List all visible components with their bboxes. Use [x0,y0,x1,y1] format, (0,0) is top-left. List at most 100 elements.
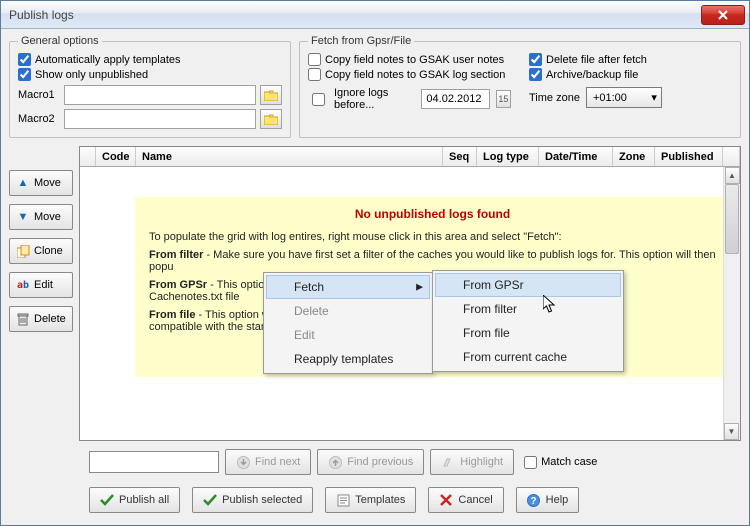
scroll-up-button[interactable]: ▲ [725,167,740,184]
auto-apply-label: Automatically apply templates [35,54,181,66]
col-logtype[interactable]: Log type [477,147,539,166]
arrow-up-circle-icon [328,455,342,469]
context-menu[interactable]: Fetch ▶ Delete Edit Reapply templates Fr… [263,272,433,374]
copy-log-section-label: Copy field notes to GSAK log section [325,69,505,81]
chevron-right-icon: ▶ [416,282,423,293]
fetch-legend: Fetch from Gpsr/File [308,35,414,47]
content-area: General options Automatically apply temp… [1,29,749,525]
macro2-browse-button[interactable] [260,109,282,129]
sub-from-gpsr[interactable]: From GPSr [435,273,621,297]
search-bar: Find next Find previous Highlight Match … [9,445,741,477]
col-code[interactable]: Code [96,147,136,166]
scroll-track[interactable] [724,184,740,423]
copy-icon [16,244,30,258]
arrow-up-icon: ▲ [16,176,30,190]
templates-button[interactable]: Templates [325,487,416,513]
col-datetime[interactable]: Date/Time [539,147,613,166]
macro2-label: Macro2 [18,113,60,125]
find-prev-button[interactable]: Find previous [317,449,424,475]
log-grid[interactable]: Code Name Seq Log type Date/Time Zone Pu… [79,146,741,441]
folder-icon [264,114,278,125]
copy-user-notes-checkbox[interactable] [308,53,321,66]
mid-row: ▲ Move ▼ Move Clone ab Edit [9,146,741,441]
svg-text:?: ? [531,496,537,507]
move-up-button[interactable]: ▲ Move [9,170,73,196]
search-input[interactable] [89,451,219,473]
cancel-icon [439,493,453,507]
clone-button[interactable]: Clone [9,238,73,264]
edit-button[interactable]: ab Edit [9,272,73,298]
sub-from-filter[interactable]: From filter [435,297,621,321]
sub-from-file[interactable]: From file [435,321,621,345]
archive-checkbox[interactable] [529,68,542,81]
col-published[interactable]: Published [655,147,723,166]
highlight-button[interactable]: Highlight [430,449,514,475]
col-zone[interactable]: Zone [613,147,655,166]
sub-from-current[interactable]: From current cache [435,345,621,369]
macro1-input[interactable] [64,85,256,105]
find-next-button[interactable]: Find next [225,449,311,475]
vertical-scrollbar[interactable]: ▲ ▼ [723,167,740,440]
help-button[interactable]: ? Help [516,487,580,513]
check-icon [203,493,217,507]
ignore-date-input[interactable]: 04.02.2012 [421,89,489,109]
highlight-icon [441,455,455,469]
publish-logs-window: Publish logs General options Automatical… [0,0,750,526]
edit-label: Edit [34,279,53,291]
col-name[interactable]: Name [136,147,443,166]
templates-icon [336,493,350,507]
chevron-down-icon: ▾ [651,91,657,104]
ctx-delete[interactable]: Delete [266,299,430,323]
check-icon [100,493,114,507]
grid-body[interactable]: No unpublished logs found To populate th… [80,167,740,440]
titlebar: Publish logs [1,1,749,29]
auto-apply-checkbox[interactable] [18,53,31,66]
help-icon: ? [527,493,541,507]
empty-notice: No unpublished logs found To populate th… [135,197,730,377]
move-down-button[interactable]: ▼ Move [9,204,73,230]
ctx-reapply[interactable]: Reapply templates [266,347,430,371]
options-row: General options Automatically apply temp… [9,35,741,138]
publish-all-button[interactable]: Publish all [89,487,180,513]
macro1-browse-button[interactable] [260,85,282,105]
timezone-label: Time zone [529,92,580,104]
footer-buttons: Publish all Publish selected Templates C… [9,481,741,517]
move-down-label: Move [34,211,61,223]
ignore-before-checkbox[interactable] [312,93,325,106]
scroll-thumb[interactable] [725,184,739,254]
side-buttons: ▲ Move ▼ Move Clone ab Edit [9,146,73,441]
grid-header: Code Name Seq Log type Date/Time Zone Pu… [80,147,740,167]
timezone-select[interactable]: +01:00 ▾ [586,87,662,108]
edit-icon: ab [16,278,30,292]
col-seq[interactable]: Seq [443,147,477,166]
cancel-button[interactable]: Cancel [428,487,503,513]
copy-user-notes-label: Copy field notes to GSAK user notes [325,54,504,66]
delete-button[interactable]: Delete [9,306,73,332]
close-button[interactable] [701,5,745,25]
close-icon [718,10,728,20]
macro1-label: Macro1 [18,89,60,101]
ctx-edit[interactable]: Edit [266,323,430,347]
general-legend: General options [18,35,102,47]
macro2-input[interactable] [64,109,256,129]
fetch-options-group: Fetch from Gpsr/File Copy field notes to… [299,35,741,138]
notice-intro: To populate the grid with log entires, r… [149,231,716,243]
fetch-submenu[interactable]: From GPSr From filter From file From cur… [432,270,624,372]
notice-title: No unpublished logs found [149,207,716,221]
scroll-down-button[interactable]: ▼ [724,423,739,440]
general-options-group: General options Automatically apply temp… [9,35,291,138]
delete-label: Delete [34,313,66,325]
archive-label: Archive/backup file [546,69,638,81]
match-case-checkbox[interactable] [524,456,537,469]
match-case-label: Match case [541,456,597,468]
publish-selected-button[interactable]: Publish selected [192,487,313,513]
arrow-down-circle-icon [236,455,250,469]
trash-icon [16,312,30,326]
delete-after-checkbox[interactable] [529,53,542,66]
delete-after-label: Delete file after fetch [546,54,647,66]
calendar-icon: 15 [498,94,508,104]
show-unpublished-checkbox[interactable] [18,68,31,81]
ctx-fetch[interactable]: Fetch ▶ [266,275,430,299]
calendar-button[interactable]: 15 [496,90,511,108]
copy-log-section-checkbox[interactable] [308,68,321,81]
